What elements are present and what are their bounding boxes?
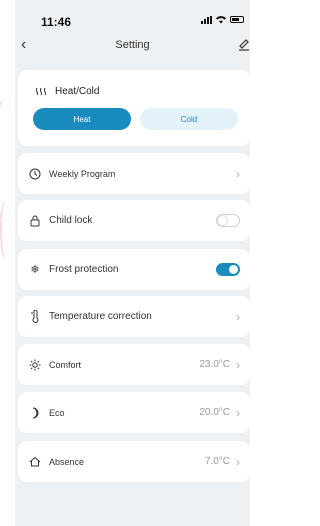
nav-bar: ‹ Setting: [15, 34, 250, 58]
weekly-program-row[interactable]: Weekly Program ›: [18, 153, 250, 194]
absence-row[interactable]: Absence 7.0°C ›: [18, 441, 250, 482]
comfort-label: Comfort: [49, 359, 82, 370]
frost-protection-row: ❄ Frost protection: [18, 249, 250, 290]
absence-value: 7.0°C: [204, 456, 230, 467]
battery-icon: [230, 16, 244, 23]
chevron-right-icon: ›: [236, 309, 240, 324]
chevron-right-icon: ›: [236, 405, 240, 420]
decorative-arc: [0, 200, 12, 260]
clock-icon: [28, 167, 42, 181]
eco-label: Eco: [49, 407, 65, 418]
child-lock-label: Child lock: [49, 215, 93, 226]
wifi-icon: [216, 16, 226, 24]
edit-icon[interactable]: [238, 37, 250, 51]
child-lock-toggle[interactable]: [216, 214, 240, 227]
eco-value: 20.0°C: [199, 407, 230, 418]
heat-cold-header: Heat/Cold: [35, 86, 99, 97]
sun-icon: [28, 358, 42, 372]
thermometer-icon: [28, 310, 42, 324]
chevron-right-icon: ›: [236, 166, 240, 181]
weekly-program-label: Weekly Program: [49, 168, 116, 179]
chevron-right-icon: ›: [236, 357, 240, 372]
heat-cold-card: Heat/Cold Heat Cold: [18, 70, 250, 146]
child-lock-row: Child lock: [18, 200, 250, 241]
lock-icon: [28, 214, 42, 228]
snowflake-icon: ❄: [30, 264, 40, 276]
comfort-value: 23.0°C: [199, 359, 230, 370]
temperature-correction-row[interactable]: Temperature correction ›: [18, 296, 250, 337]
chevron-right-icon: ›: [236, 454, 240, 469]
cold-button[interactable]: Cold: [140, 108, 238, 130]
heat-cold-label: Heat/Cold: [55, 86, 100, 97]
absence-label: Absence: [49, 456, 85, 467]
status-time: 11:46: [41, 15, 72, 29]
signal-icon: [201, 15, 212, 24]
page-title: Setting: [115, 39, 150, 51]
moon-icon: [28, 406, 42, 420]
frost-protection-label: Frost protection: [49, 264, 119, 275]
background-left: [0, 0, 15, 526]
heat-button[interactable]: Heat: [33, 108, 131, 130]
status-icons: [201, 15, 244, 24]
eco-row[interactable]: Eco 20.0°C ›: [18, 392, 250, 433]
frost-protection-toggle[interactable]: [216, 263, 240, 276]
status-bar: 11:46: [15, 0, 250, 30]
temperature-correction-label: Temperature correction: [49, 311, 152, 322]
house-icon: [28, 455, 42, 469]
comfort-row[interactable]: Comfort 23.0°C ›: [18, 344, 250, 385]
phone-screen: 11:46 ‹ Setting Heat/Cold Heat Cold Week…: [15, 0, 250, 526]
heat-waves-icon: [36, 87, 46, 96]
mode-selector: Heat Cold: [33, 108, 238, 130]
